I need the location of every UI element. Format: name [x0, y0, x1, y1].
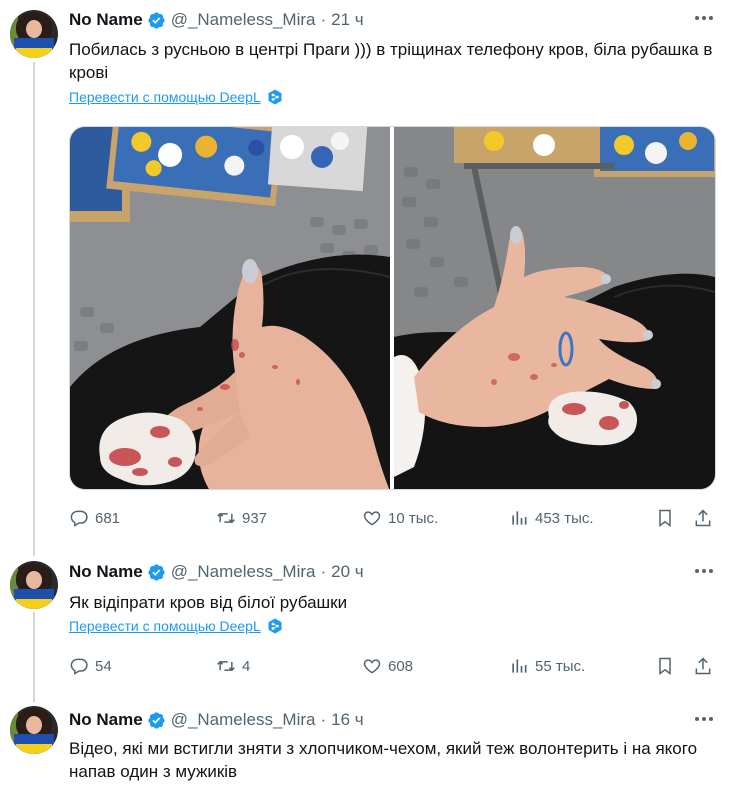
avatar[interactable] [10, 10, 58, 58]
like-button[interactable]: 608 [362, 656, 413, 676]
author-handle[interactable]: @_Nameless_Mira [171, 562, 316, 582]
reply-button[interactable]: 681 [69, 508, 120, 528]
retweet-button[interactable]: 4 [216, 656, 250, 676]
tweet-2[interactable]: No Name @_Nameless_Mira · 20 ч Як відіпр… [0, 556, 731, 704]
bookmark-button[interactable] [655, 656, 675, 676]
verified-badge-icon [148, 11, 165, 29]
author-handle[interactable]: @_Nameless_Mira [171, 710, 316, 730]
reply-count: 681 [95, 509, 121, 527]
tweet-1[interactable]: No Name @_Nameless_Mira · 21 ч Побилась … [0, 0, 731, 556]
retweet-count: 937 [242, 509, 268, 527]
tweet-header: No Name @_Nameless_Mira · 20 ч [69, 562, 364, 582]
like-count: 608 [388, 657, 414, 675]
avatar[interactable] [10, 561, 58, 609]
reply-button[interactable]: 54 [69, 656, 112, 676]
share-icon [695, 509, 711, 527]
reply-count: 54 [95, 657, 112, 675]
deepl-icon [268, 618, 282, 634]
author-name[interactable]: No Name [69, 562, 143, 582]
translate-label[interactable]: Перевести с помощью DeepL [69, 618, 261, 634]
tweet-actions: 54 4 608 55 тыс. [69, 656, 719, 680]
translate-link[interactable]: Перевести с помощью DeepL [69, 618, 283, 634]
separator-dot: · [320, 562, 327, 581]
separator-dot: · [320, 10, 327, 29]
retweet-count: 4 [242, 657, 251, 675]
timestamp[interactable]: 21 ч [331, 10, 364, 30]
retweet-button[interactable]: 937 [216, 508, 267, 528]
like-icon [363, 511, 381, 526]
photo-1[interactable] [70, 127, 390, 489]
avatar[interactable] [10, 706, 58, 754]
share-icon [695, 657, 711, 675]
bookmark-icon [659, 657, 671, 675]
more-options-icon[interactable] [695, 16, 713, 22]
tweet-header: No Name @_Nameless_Mira · 16 ч [69, 710, 364, 730]
bookmark-icon [659, 509, 671, 527]
verified-badge-icon [148, 711, 165, 729]
retweet-icon [217, 512, 235, 524]
tweet-actions: 681 937 10 тыс. 453 тыс. [69, 508, 719, 532]
bookmark-button[interactable] [655, 508, 675, 528]
timestamp[interactable]: 20 ч [331, 562, 364, 582]
tweet-3[interactable]: No Name @_Nameless_Mira · 16 ч Відео, як… [0, 704, 731, 792]
reply-icon [70, 658, 88, 675]
views-count: 453 тыс. [535, 509, 594, 527]
author-handle[interactable]: @_Nameless_Mira [171, 10, 316, 30]
views-button[interactable]: 453 тыс. [509, 508, 594, 528]
timestamp[interactable]: 16 ч [331, 710, 364, 730]
translate-link[interactable]: Перевести с помощью DeepL [69, 89, 283, 105]
author-name[interactable]: No Name [69, 710, 143, 730]
tweet-text: Побилась з русньою в центрі Праги ))) в … [69, 40, 713, 82]
retweet-icon [217, 660, 235, 672]
separator-dot: · [320, 710, 327, 729]
photo-grid [69, 126, 716, 490]
reply-icon [70, 510, 88, 527]
author-name[interactable]: No Name [69, 10, 143, 30]
deepl-icon [268, 89, 282, 105]
share-button[interactable] [693, 656, 713, 676]
tweet-header: No Name @_Nameless_Mira · 21 ч [69, 10, 364, 30]
more-options-icon[interactable] [695, 717, 713, 723]
like-icon [363, 659, 381, 674]
translate-label[interactable]: Перевести с помощью DeepL [69, 89, 261, 105]
views-icon [512, 511, 527, 525]
more-options-icon[interactable] [695, 569, 713, 575]
views-icon [512, 659, 527, 673]
verified-badge-icon [148, 563, 165, 581]
like-button[interactable]: 10 тыс. [362, 508, 438, 528]
tweet-text: Як відіпрати кров від білої рубашки [69, 593, 348, 612]
like-count: 10 тыс. [388, 509, 439, 527]
tweet-text: Відео, які ми встигли зняти з хлопчиком-… [69, 739, 698, 781]
views-button[interactable]: 55 тыс. [509, 656, 585, 676]
photo-1-image [70, 127, 390, 489]
share-button[interactable] [693, 508, 713, 528]
views-count: 55 тыс. [535, 657, 586, 675]
photo-2-image [394, 127, 715, 489]
photo-2[interactable] [394, 127, 715, 489]
